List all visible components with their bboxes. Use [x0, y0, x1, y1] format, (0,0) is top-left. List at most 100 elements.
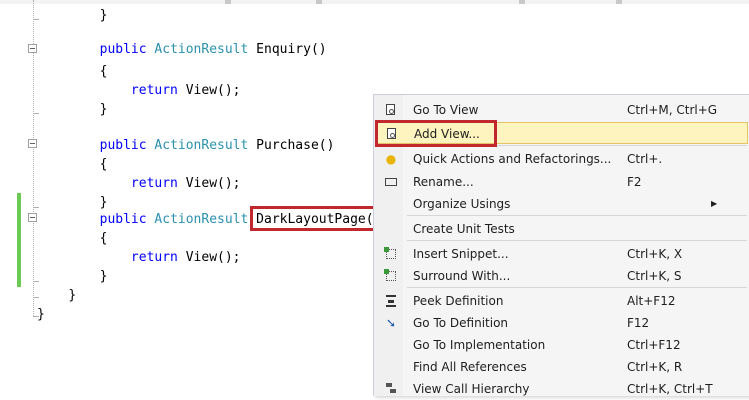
- menu-item-shortcut: Ctrl+K, S: [627, 269, 682, 283]
- menu-item-shortcut: Ctrl+K, Ctrl+T: [627, 382, 713, 396]
- code-text: Purchase(): [248, 138, 335, 153]
- document-icon: [384, 103, 398, 117]
- collapse-toggle-darklayoutpage[interactable]: [28, 213, 37, 222]
- menu-item-go-to-view[interactable]: Go To View Ctrl+M, Ctrl+G: [376, 99, 748, 121]
- code-text: View();: [185, 83, 241, 98]
- menu-item-rename[interactable]: Rename... F2: [376, 171, 748, 193]
- menu-item-shortcut: Ctrl+K, R: [627, 360, 683, 374]
- code-line[interactable]: return View();: [37, 248, 241, 267]
- code-text: }: [99, 195, 108, 210]
- menu-item-shortcut: F2: [627, 175, 642, 189]
- code-keyword: return: [130, 83, 186, 98]
- code-line[interactable]: public ActionResult Purchase(): [37, 136, 335, 155]
- code-keyword: public: [99, 138, 155, 153]
- menu-item-label: Go To View: [413, 103, 479, 117]
- code-text: {: [99, 157, 108, 172]
- menu-item-view-call-hierarchy[interactable]: View Call Hierarchy Ctrl+K, Ctrl+T: [376, 378, 748, 400]
- menu-item-quick-actions-and-refactorings[interactable]: ● Quick Actions and Refactorings... Ctrl+.: [376, 148, 748, 170]
- collapse-toggle-enquiry[interactable]: [28, 44, 37, 53]
- peek-icon: [384, 294, 398, 308]
- code-text: View();: [185, 250, 241, 265]
- go-to-definition-icon: ➘: [385, 316, 397, 330]
- menu-item-label: Find All References: [413, 360, 527, 374]
- menu-item-shortcut: Ctrl+F12: [627, 338, 681, 352]
- code-line[interactable]: {: [37, 155, 108, 174]
- lightbulb-icon: ●: [385, 152, 397, 166]
- snippet-icon: [384, 247, 398, 261]
- menu-item-organize-usings[interactable]: Organize Usings ▶: [376, 193, 748, 215]
- code-text: }: [99, 8, 108, 23]
- code-keyword: public: [99, 42, 155, 57]
- menu-item-label: Quick Actions and Refactorings...: [413, 152, 612, 166]
- code-text: }: [99, 102, 108, 117]
- code-line[interactable]: }: [37, 286, 76, 305]
- code-keyword: return: [130, 250, 186, 265]
- change-indicator-bar: [17, 193, 21, 287]
- menu-item-shortcut: Ctrl+K, X: [627, 247, 683, 261]
- menu-separator: [407, 215, 747, 216]
- menu-item-shortcut: Ctrl+M, Ctrl+G: [627, 103, 718, 117]
- menu-item-go-to-implementation[interactable]: Go To Implementation Ctrl+F12: [376, 334, 748, 356]
- editor-top-strip: [0, 0, 749, 4]
- code-keyword: public: [99, 212, 155, 227]
- code-line[interactable]: public ActionResult Enquiry(): [37, 40, 327, 59]
- menu-item-label: Surround With...: [413, 269, 511, 283]
- add-view-highlight: [375, 120, 497, 147]
- code-text: {: [99, 64, 108, 79]
- code-text: View();: [185, 176, 241, 191]
- menu-item-label: View Call Hierarchy: [413, 382, 530, 396]
- code-text: }: [99, 269, 108, 284]
- menu-item-label: Insert Snippet...: [413, 247, 509, 261]
- code-line[interactable]: }: [37, 6, 108, 25]
- code-text: }: [37, 307, 45, 322]
- code-line[interactable]: return View();: [37, 174, 241, 193]
- menu-item-go-to-definition[interactable]: ➘ Go To Definition F12: [376, 312, 748, 334]
- menu-item-label: Create Unit Tests: [413, 222, 515, 236]
- code-line[interactable]: return View();: [37, 81, 241, 100]
- code-text: Enquiry(): [248, 42, 327, 57]
- code-line[interactable]: {: [37, 62, 108, 81]
- code-type: ActionResult: [154, 138, 249, 153]
- code-line[interactable]: }: [37, 305, 45, 324]
- snippet-icon: [384, 269, 398, 283]
- menu-item-create-unit-tests[interactable]: Create Unit Tests: [376, 218, 748, 240]
- menu-separator: [407, 287, 747, 288]
- rename-icon: [384, 175, 398, 189]
- collapse-toggle-purchase[interactable]: [28, 139, 37, 148]
- submenu-arrow-icon: ▶: [711, 199, 718, 208]
- hierarchy-icon: [384, 382, 398, 396]
- menu-item-label: Go To Implementation: [413, 338, 546, 352]
- code-type: ActionResult: [154, 42, 249, 57]
- code-line[interactable]: {: [37, 229, 108, 248]
- menu-item-find-all-references[interactable]: Find All References Ctrl+K, R: [376, 356, 748, 378]
- menu-item-peek-definition[interactable]: Peek Definition Alt+F12: [376, 290, 748, 312]
- code-type: ActionResult: [154, 212, 249, 227]
- code-keyword: return: [130, 176, 186, 191]
- menu-item-label: Organize Usings: [413, 197, 511, 211]
- menu-item-label: Go To Definition: [413, 316, 509, 330]
- code-line[interactable]: }: [37, 267, 108, 286]
- method-name-highlight: [250, 206, 377, 231]
- code-text: }: [68, 288, 77, 303]
- code-text: {: [99, 231, 108, 246]
- menu-item-label: Rename...: [413, 175, 474, 189]
- menu-item-surround-with[interactable]: Surround With... Ctrl+K, S: [376, 265, 748, 287]
- code-line[interactable]: }: [37, 100, 108, 119]
- menu-item-insert-snippet[interactable]: Insert Snippet... Ctrl+K, X: [376, 243, 748, 265]
- menu-item-shortcut: F12: [627, 316, 650, 330]
- menu-item-shortcut: Ctrl+.: [627, 152, 663, 166]
